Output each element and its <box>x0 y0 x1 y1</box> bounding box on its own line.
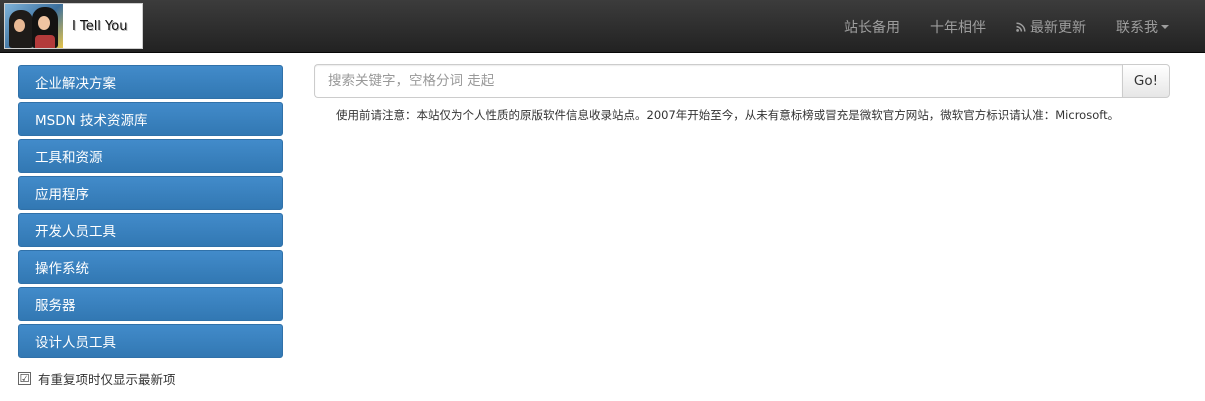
top-navbar: I Tell You 站长备用 十年相伴 最新更新 联系我 <box>0 0 1205 53</box>
latest-only-checkbox-row[interactable]: ☑ 有重复项时仅显示最新项 <box>18 369 176 388</box>
brand-title: I Tell You <box>72 18 128 34</box>
search-go-button[interactable]: Go! <box>1122 64 1170 98</box>
sidebar-item-msdn-library[interactable]: MSDN 技术资源库 <box>18 102 283 136</box>
sidebar-item-developer-tools[interactable]: 开发人员工具 <box>18 213 283 247</box>
category-sidebar: 企业解决方案 MSDN 技术资源库 工具和资源 应用程序 开发人员工具 操作系统… <box>18 65 283 361</box>
sidebar-item-tools-resources[interactable]: 工具和资源 <box>18 139 283 173</box>
sidebar-item-enterprise-solutions[interactable]: 企业解决方案 <box>18 65 283 99</box>
nav-link-latest-updates[interactable]: 最新更新 <box>1016 17 1086 37</box>
sidebar-item-servers[interactable]: 服务器 <box>18 287 283 321</box>
usage-notice: 使用前请注意：本站仅为个人性质的原版软件信息收录站点。2007年开始至今，从未有… <box>336 108 1120 122</box>
nav-link-backup[interactable]: 站长备用 <box>844 17 900 37</box>
nav-link-contact-dropdown[interactable]: 联系我 <box>1116 17 1169 37</box>
latest-only-label: 有重复项时仅显示最新项 <box>38 372 176 387</box>
brand-logo-link[interactable]: I Tell You <box>4 3 143 49</box>
search-input[interactable] <box>314 64 1122 98</box>
caret-down-icon <box>1161 24 1169 29</box>
rss-icon <box>1016 21 1026 32</box>
nav-link-ten-years[interactable]: 十年相伴 <box>930 17 986 37</box>
nav-links: 站长备用 十年相伴 最新更新 联系我 <box>844 0 1169 53</box>
brand-photo <box>5 4 63 48</box>
sidebar-item-applications[interactable]: 应用程序 <box>18 176 283 210</box>
search-bar: Go! <box>314 64 1170 98</box>
nav-link-contact-label: 联系我 <box>1116 19 1158 36</box>
nav-link-latest-updates-label: 最新更新 <box>1030 19 1086 36</box>
sidebar-item-operating-systems[interactable]: 操作系统 <box>18 250 283 284</box>
sidebar-item-designer-tools[interactable]: 设计人员工具 <box>18 324 283 358</box>
latest-only-checkbox[interactable]: ☑ <box>18 372 31 385</box>
